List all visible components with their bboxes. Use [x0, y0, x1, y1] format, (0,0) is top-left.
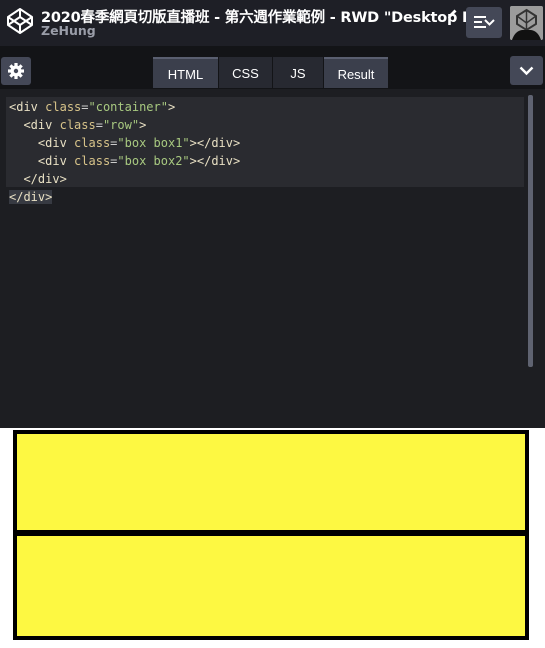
- tab-css[interactable]: CSS: [219, 57, 272, 88]
- code-line: </div>: [9, 190, 53, 204]
- avatar-image: [510, 6, 543, 40]
- code-line: </div>: [23, 172, 67, 186]
- user-avatar[interactable]: [510, 6, 543, 40]
- tab-js[interactable]: JS: [273, 57, 323, 88]
- chevron-down-icon: [519, 66, 534, 76]
- result-box-2: [13, 532, 529, 640]
- result-box-1: [13, 430, 529, 534]
- pen-title[interactable]: 2020春季網頁切版直播班 - 第六週作業範例 - RWD "Desktop F…: [41, 6, 493, 27]
- settings-button[interactable]: [1, 57, 31, 85]
- codepen-logo-icon[interactable]: [6, 7, 34, 35]
- change-view-icon: [474, 16, 495, 28]
- code-line: <div class="container">: [9, 100, 176, 114]
- code-content[interactable]: <div class="container"> <div class="row"…: [9, 98, 240, 206]
- code-line: <div class="box box2"></div>: [37, 154, 241, 168]
- pencil-icon[interactable]: [446, 8, 458, 20]
- tab-html[interactable]: HTML: [153, 57, 218, 88]
- gear-icon: [8, 63, 24, 79]
- author-name[interactable]: ZeHung: [41, 23, 96, 38]
- code-line: <div class="box box1"></div>: [37, 136, 241, 150]
- collapse-button[interactable]: [510, 56, 543, 85]
- editor-scrollbar[interactable]: [528, 95, 533, 367]
- code-line: <div class="row">: [23, 118, 147, 132]
- change-view-button[interactable]: [466, 7, 502, 38]
- tab-result[interactable]: Result: [324, 57, 388, 88]
